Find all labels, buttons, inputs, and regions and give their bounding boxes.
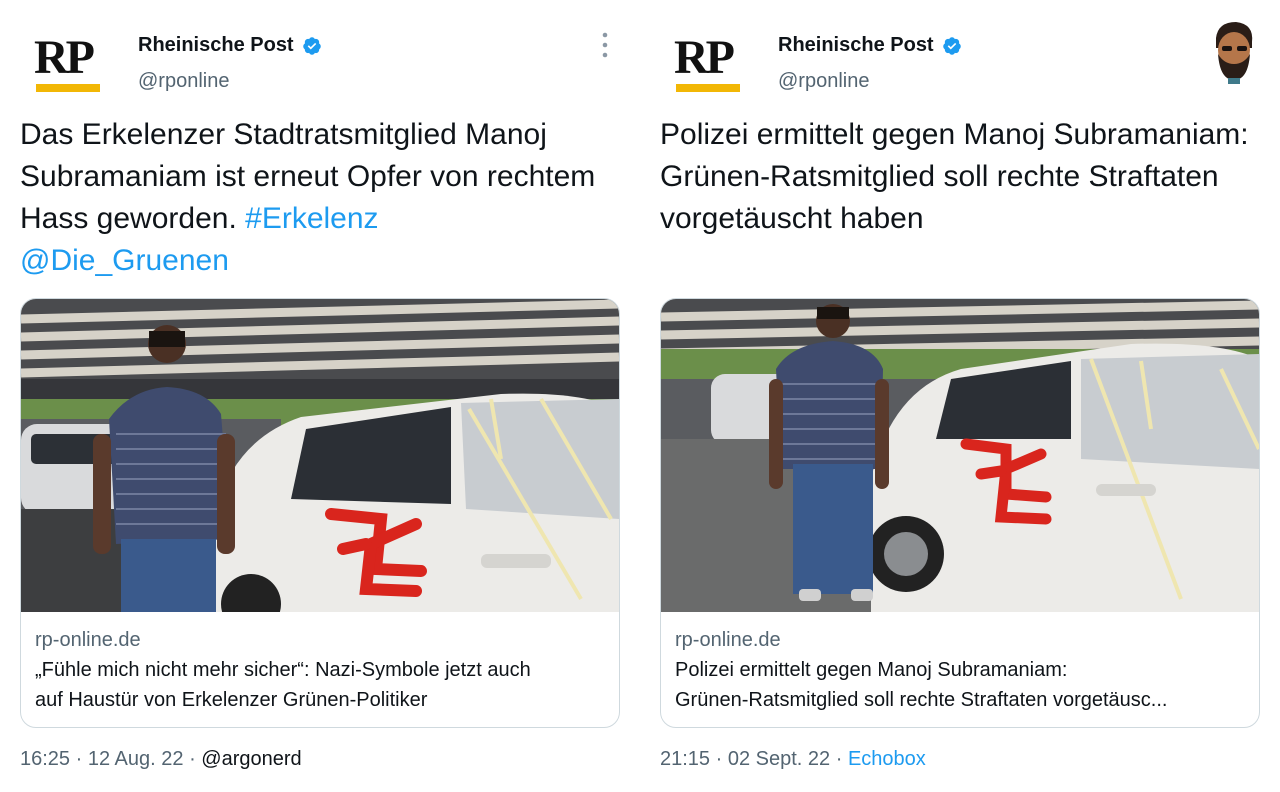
author-handle[interactable]: @rponline bbox=[138, 70, 229, 93]
tweet-time[interactable]: 21:15 bbox=[660, 748, 710, 770]
author-handle[interactable]: @rponline bbox=[778, 70, 869, 93]
meta-separator: · bbox=[189, 748, 202, 770]
card-domain: rp-online.de bbox=[675, 629, 781, 651]
meta-separator: · bbox=[75, 748, 88, 770]
tweet-time[interactable]: 16:25 bbox=[20, 748, 70, 770]
logo-text: RP bbox=[34, 31, 95, 84]
card-image bbox=[21, 299, 619, 612]
rheinische-post-logo[interactable]: RP bbox=[674, 30, 744, 96]
author-name[interactable]: Rheinische Post bbox=[778, 34, 934, 57]
card-title: „Fühle mich nicht mehr sicher“: Nazi-Sym… bbox=[35, 655, 605, 715]
author-row: Rheinische Post bbox=[138, 34, 322, 57]
card-domain: rp-online.de bbox=[35, 629, 141, 651]
tweet-meta: 21:15 · 02 Sept. 22 · Echobox bbox=[660, 748, 926, 771]
hashtag-link[interactable]: #Erkelenz bbox=[245, 202, 378, 235]
logo-bar bbox=[676, 84, 740, 92]
card-title-line-1: Polizei ermittelt gegen Manoj Subramania… bbox=[675, 659, 1068, 681]
tweet-date[interactable]: 12 Aug. 22 bbox=[88, 748, 184, 770]
meta-separator: · bbox=[715, 748, 728, 770]
author-row: Rheinische Post bbox=[778, 34, 962, 57]
card-image bbox=[661, 299, 1259, 612]
tweet-date[interactable]: 02 Sept. 22 bbox=[728, 748, 830, 770]
tweet-body: Polizei ermittelt gegen Manoj Subramania… bbox=[660, 118, 1249, 235]
card-title-line-2: auf Haustür von Erkelenzer Grünen-Politi… bbox=[35, 689, 428, 711]
author-name[interactable]: Rheinische Post bbox=[138, 34, 294, 57]
logo-text: RP bbox=[674, 31, 735, 84]
tweet-text: Polizei ermittelt gegen Manoj Subramania… bbox=[660, 114, 1260, 240]
card-title-line-1: „Fühle mich nicht mehr sicher“: Nazi-Sym… bbox=[35, 659, 531, 681]
more-options-icon[interactable] bbox=[602, 32, 608, 58]
mention-link[interactable]: @Die_Gruenen bbox=[20, 244, 229, 277]
rheinische-post-logo[interactable]: RP bbox=[34, 30, 104, 96]
watermark: @argonerd bbox=[201, 748, 302, 770]
verified-badge-icon bbox=[302, 36, 321, 55]
card-title: Polizei ermittelt gegen Manoj Subramania… bbox=[675, 655, 1245, 715]
verified-badge-icon bbox=[942, 36, 961, 55]
avatar-illustration bbox=[1208, 18, 1260, 84]
link-card[interactable]: rp-online.de „Fühle mich nicht mehr sich… bbox=[20, 298, 620, 728]
link-card[interactable]: rp-online.de Polizei ermittelt gegen Man… bbox=[660, 298, 1260, 728]
tweet-right: RP Rheinische Post @rponline Polizei erm… bbox=[660, 0, 1260, 792]
card-title-line-2: Grünen-Ratsmitglied soll rechte Straftat… bbox=[675, 689, 1168, 711]
tweet-left: RP Rheinische Post @rponline Das Erkelen… bbox=[20, 0, 620, 792]
logo-bar bbox=[36, 84, 100, 92]
tweet-text: Das Erkelenzer Stadtratsmitglied Manoj S… bbox=[20, 114, 620, 282]
tweet-meta: 16:25 · 12 Aug. 22 · @argonerd bbox=[20, 748, 302, 771]
meta-separator: · bbox=[835, 748, 848, 770]
tweet-source-link[interactable]: Echobox bbox=[848, 748, 926, 770]
